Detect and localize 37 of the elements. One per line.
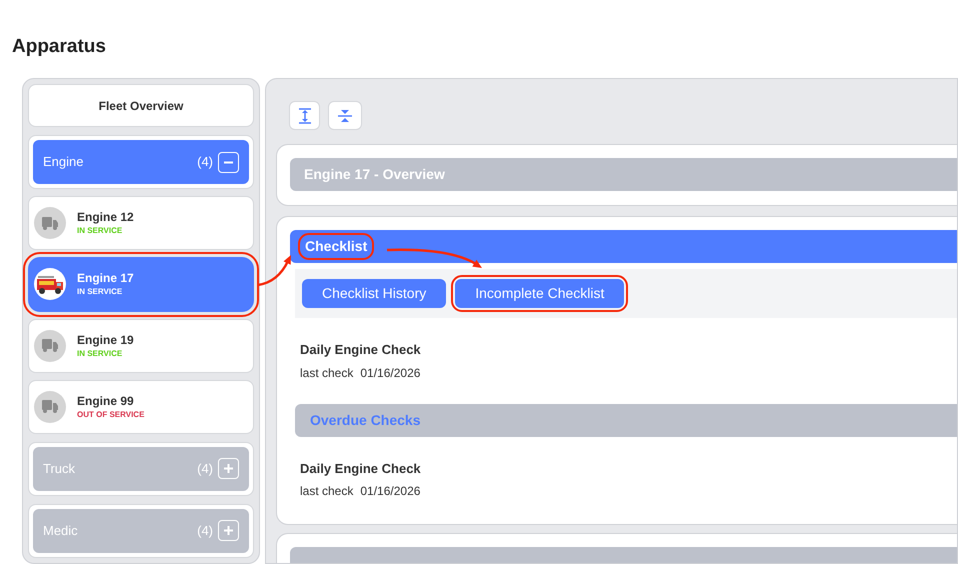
section-header-bar[interactable]: Checklist: [290, 230, 957, 263]
last-check-date: 01/16/2026: [360, 364, 420, 382]
last-check-label: last check: [300, 364, 354, 382]
group-count: (4): [197, 460, 213, 478]
unit-name: Engine 19: [77, 334, 134, 346]
last-check-date: 01/16/2026: [360, 483, 420, 500]
group-label: Medic: [43, 522, 79, 540]
status-label: IN SERVICE: [77, 350, 124, 358]
status-label: OUT OF SERVICE: [77, 410, 144, 419]
unit-name: Engine 99: [77, 394, 135, 407]
subsection-header[interactable]: Overdue Checks: [295, 404, 957, 436]
annotation-arrow: [258, 255, 291, 286]
unit-list-item[interactable]: Engine 99 OUT OF SERVICE: [28, 380, 254, 434]
check-name: Daily Engine Check: [300, 460, 422, 478]
group-label: Truck: [43, 460, 76, 478]
group-count: (4): [197, 153, 213, 172]
unit-list-item[interactable]: Engine 12 IN SERVICE: [28, 196, 254, 250]
expand-all-button[interactable]: [289, 101, 320, 130]
group-label: Engine: [43, 153, 84, 172]
collapse-all-button[interactable]: [328, 101, 362, 130]
section-title: Checklist: [300, 235, 372, 258]
expand-vertical-icon: [298, 108, 312, 124]
group-count: (4): [197, 522, 213, 540]
unit-name: Engine 17: [77, 272, 134, 284]
unit-name: Engine 12: [77, 211, 134, 224]
fleet-overview-button[interactable]: Fleet Overview: [28, 84, 254, 128]
group-header[interactable]: Engine (4): [33, 140, 249, 184]
unit-list-item[interactable]: Engine 19 IN SERVICE: [28, 318, 254, 373]
status-label: IN SERVICE: [77, 227, 124, 236]
tab-button[interactable]: Incomplete Checklist: [455, 279, 624, 308]
status-label: IN SERVICE: [77, 288, 124, 296]
tab-button[interactable]: Checklist History: [302, 279, 446, 308]
check-name: Daily Engine Check: [300, 341, 422, 359]
collapse-vertical-icon: [337, 108, 353, 122]
collapse-icon[interactable]: [218, 152, 239, 173]
last-check-label: last check: [300, 483, 354, 500]
page-title: Apparatus: [12, 35, 106, 59]
